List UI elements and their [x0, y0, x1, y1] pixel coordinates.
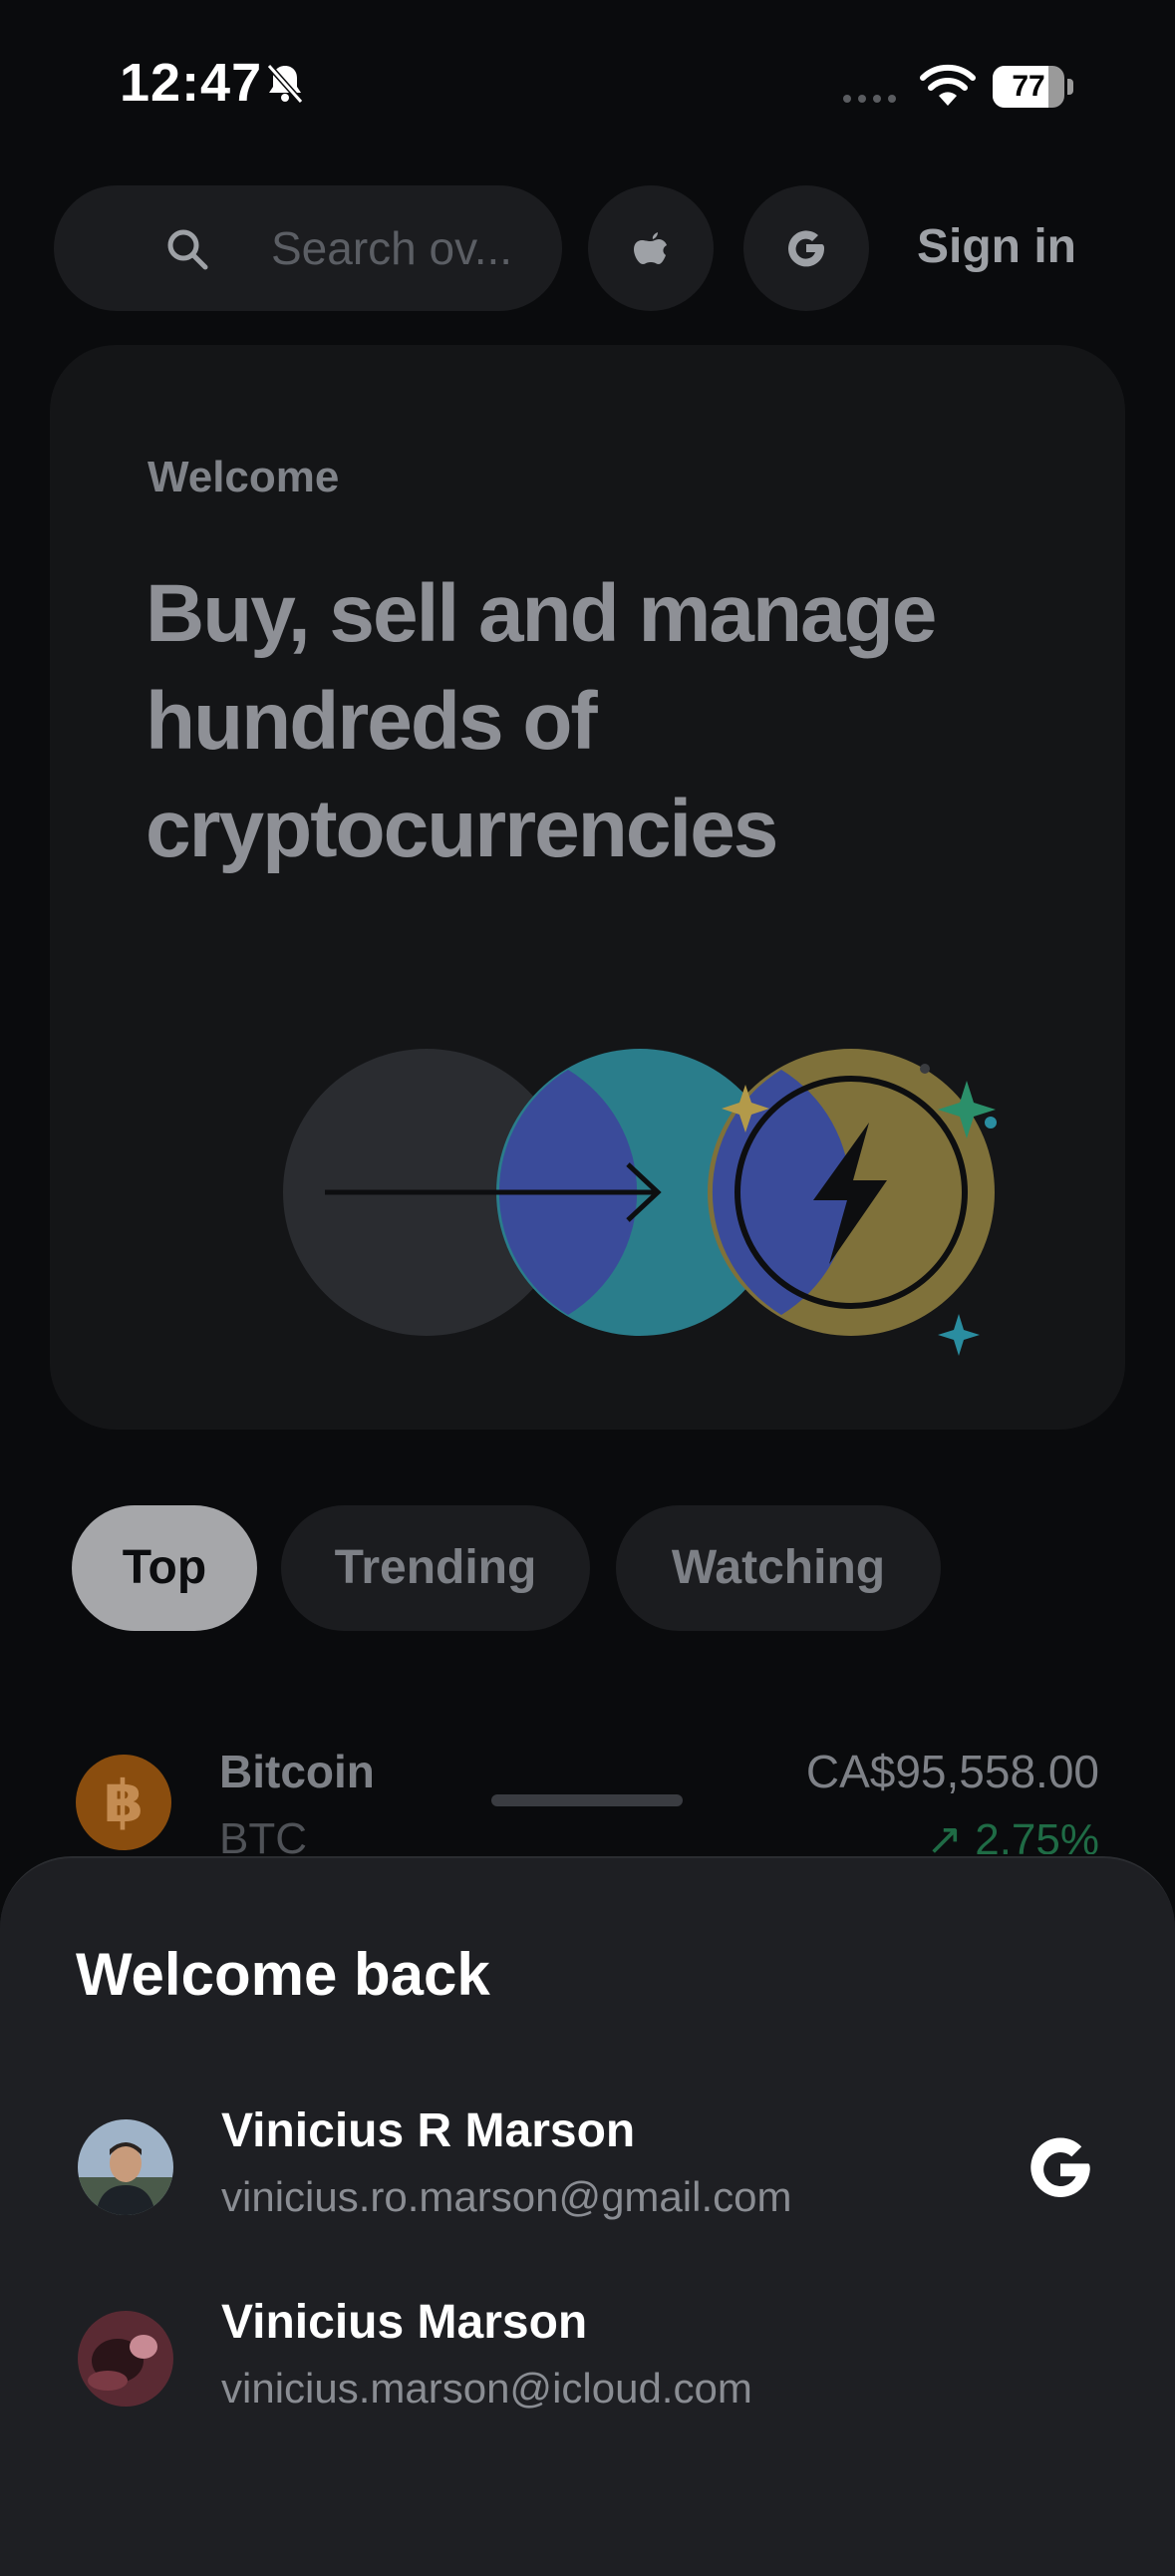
avatar — [78, 2119, 173, 2215]
asset-symbol: BTC — [219, 1814, 307, 1854]
asset-price: CA$95,558.00 — [805, 1746, 1099, 1797]
tab-top[interactable]: Top — [72, 1505, 257, 1631]
account-name: Vinicius Marson — [221, 2296, 588, 2349]
account-name: Vinicius R Marson — [221, 2104, 636, 2157]
status-time: 12:47 — [120, 53, 263, 113]
search-input[interactable]: Search ov... — [54, 185, 562, 311]
google-icon — [788, 230, 825, 267]
asset-change: ↗ 2.75% — [926, 1815, 1099, 1854]
account-item[interactable]: Vinicius Marson vinicius.marson@icloud.c… — [0, 2285, 1175, 2434]
crypto-illustration — [283, 1049, 997, 1356]
google-sign-in-button[interactable] — [743, 185, 869, 311]
signal-icon — [843, 95, 896, 103]
battery-level: 77 — [1012, 70, 1045, 103]
search-placeholder: Search ov... — [271, 222, 513, 274]
bitcoin-icon: ฿ — [76, 1755, 171, 1850]
welcome-back-sheet: Welcome back Vinicius R Marson vinicius.… — [0, 1856, 1175, 2576]
apple-icon — [634, 232, 667, 264]
status-bar: 12:47 77 — [0, 0, 1175, 169]
account-item[interactable]: Vinicius R Marson vinicius.ro.marson@gma… — [0, 2093, 1175, 2243]
sign-in-link[interactable]: Sign in — [917, 219, 1076, 274]
avatar — [78, 2311, 173, 2407]
google-icon — [1030, 2137, 1090, 2197]
welcome-eyebrow: Welcome — [147, 453, 340, 501]
welcome-title: Buy, sell and manage hundreds of cryptoc… — [146, 568, 937, 874]
tab-trending[interactable]: Trending — [281, 1505, 590, 1631]
tab-watching[interactable]: Watching — [616, 1505, 941, 1631]
welcome-card: Welcome Buy, sell and manage hundreds of… — [50, 345, 1125, 1430]
account-email: vinicius.ro.marson@gmail.com — [221, 2173, 792, 2220]
bell-slash-icon — [266, 64, 304, 104]
wifi-icon — [920, 64, 976, 106]
asset-name: Bitcoin — [219, 1746, 375, 1797]
account-email: vinicius.marson@icloud.com — [221, 2365, 752, 2412]
sheet-drag-handle[interactable] — [491, 1794, 683, 1806]
battery-icon: 77 — [993, 66, 1074, 108]
search-icon — [167, 229, 208, 270]
sheet-title: Welcome back — [76, 1941, 490, 2008]
apple-sign-in-button[interactable] — [588, 185, 714, 311]
